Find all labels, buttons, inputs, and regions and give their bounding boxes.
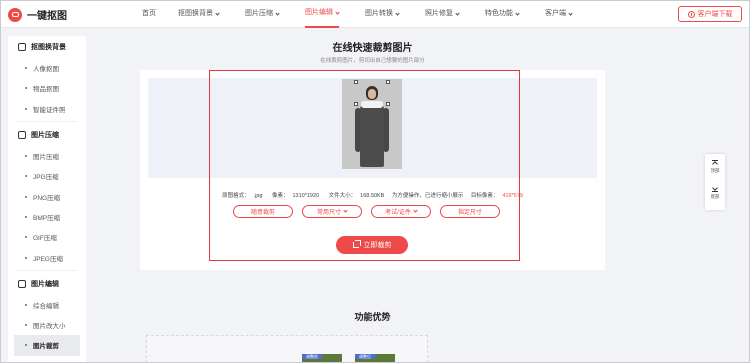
sidebar-item-general-edit[interactable]: 综合编辑 <box>8 295 86 315</box>
main-nav: 首页 抠图换背景 图片压缩 图片编辑 图片转换 照片修复 特色功能 客户端 <box>142 0 598 28</box>
chevron-down-icon <box>395 10 400 16</box>
brand-name: 一键抠图 <box>27 11 67 22</box>
nav-item-compress[interactable]: 图片压缩 <box>245 0 280 28</box>
nav-item-convert[interactable]: 图片转换 <box>365 0 400 28</box>
nav-item-restore[interactable]: 照片修复 <box>425 0 460 28</box>
nav-item-edit[interactable]: 图片编辑 <box>305 0 340 28</box>
nav-item-features[interactable]: 特色功能 <box>485 0 520 28</box>
image-info: 原图格式： .jpg 像素： 1310*1920 文件大小： 168.50KB 为方便… <box>222 193 523 199</box>
chevron-down-icon <box>275 10 280 16</box>
nav-item-home[interactable]: 首页 <box>142 0 156 28</box>
nav-item-cutout[interactable]: 抠图换背景 <box>178 0 220 28</box>
before-label: 调整前 <box>302 354 322 359</box>
sidebar-item-id-photo[interactable]: 智能证件照 <box>8 99 86 119</box>
sidebar-item-portrait[interactable]: 人像抠图 <box>8 58 86 78</box>
after-label: 调整后 <box>355 354 375 359</box>
logo-icon <box>8 7 22 22</box>
sidebar-group-cutout[interactable]: 抠图换背景 <box>8 36 86 58</box>
sidebar-divider <box>16 120 78 122</box>
chevron-down-icon <box>335 9 340 15</box>
sidebar-divider <box>16 269 78 271</box>
crop-handle[interactable] <box>386 102 390 106</box>
crop-handle[interactable] <box>386 80 390 84</box>
float-panel: 顶部 底部 <box>705 154 725 210</box>
sidebar-item-bmp[interactable]: BMP压缩 <box>8 207 86 227</box>
crop-now-button[interactable]: 立即裁剪 <box>336 236 408 254</box>
section-title: 功能优势 <box>354 312 391 322</box>
arrow-down-icon <box>712 186 718 192</box>
crop-handle[interactable] <box>354 102 358 106</box>
cutout-icon <box>18 43 26 51</box>
exam-id-dropdown[interactable]: 考试/证件 <box>371 205 431 218</box>
chevron-down-icon <box>455 10 460 16</box>
sidebar-item-compress[interactable]: 图片压缩 <box>8 146 86 166</box>
crop-preview-image[interactable] <box>342 79 402 169</box>
crop-mode-buttons: 随意裁剪 常用尺寸 考试/证件 指定尺寸 <box>233 205 509 218</box>
sidebar-item-object[interactable]: 物品抠图 <box>8 78 86 98</box>
client-download-button[interactable]: 客户端下载 <box>678 6 742 22</box>
sidebar-group-edit[interactable]: 图片编辑 <box>8 273 86 295</box>
download-icon <box>687 10 695 18</box>
sidebar-group-compress[interactable]: 图片压缩 <box>8 124 86 146</box>
sidebar-item-crop[interactable]: 图片裁剪 <box>14 335 80 356</box>
scroll-bottom-button[interactable]: 底部 <box>711 180 720 206</box>
chevron-down-icon <box>568 10 573 16</box>
sidebar-item-jpeg[interactable]: JPEG压缩 <box>8 247 86 267</box>
crop-handle[interactable] <box>354 80 358 84</box>
sidebar-item-png[interactable]: PNG压缩 <box>8 186 86 206</box>
crop-icon <box>352 240 361 248</box>
edit-icon <box>18 279 26 288</box>
sidebar-item-gif[interactable]: GIF压缩 <box>8 227 86 247</box>
top-header: 一键抠图 首页 抠图换背景 图片压缩 图片编辑 图片转换 照片修复 特色功能 客… <box>0 0 750 28</box>
sidebar-item-jpg[interactable]: JPG压缩 <box>8 166 86 186</box>
chevron-down-icon <box>343 208 348 213</box>
chevron-down-icon <box>413 208 418 213</box>
arrow-up-icon <box>712 160 718 166</box>
before-thumbnail: 调整前 <box>302 354 342 363</box>
sidebar: 抠图换背景 人像抠图 物品抠图 智能证件照 图片压缩 图片压缩 JPG压缩 PN… <box>8 36 86 363</box>
page-title: 在线快速裁剪图片 <box>332 43 413 54</box>
free-crop-button[interactable]: 随意裁剪 <box>233 205 293 218</box>
target-pixels: 419*579 <box>502 193 523 199</box>
compress-icon <box>18 130 26 139</box>
nav-item-client[interactable]: 客户端 <box>545 0 573 28</box>
after-thumbnail: 调整后 <box>355 354 395 363</box>
custom-size-button[interactable]: 指定尺寸 <box>440 205 500 218</box>
chevron-down-icon <box>515 10 520 16</box>
brand-logo[interactable]: 一键抠图 <box>8 7 67 22</box>
scroll-top-button[interactable]: 顶部 <box>711 154 720 180</box>
chevron-down-icon <box>215 10 220 16</box>
page-subtitle: 在线裁剪图片，剪切出自己想要的图片部分 <box>320 58 425 64</box>
sidebar-item-resize[interactable]: 图片改大小 <box>8 315 86 335</box>
common-size-dropdown[interactable]: 常用尺寸 <box>302 205 362 218</box>
